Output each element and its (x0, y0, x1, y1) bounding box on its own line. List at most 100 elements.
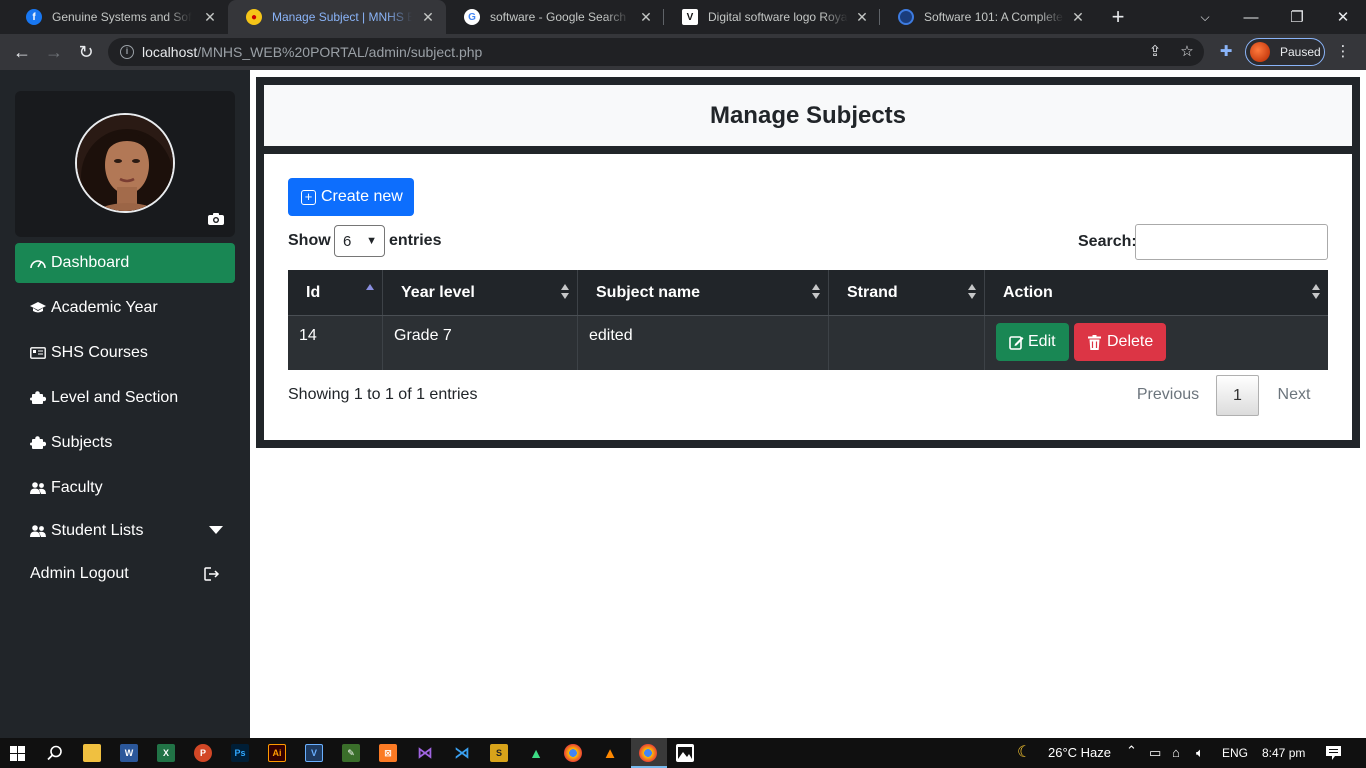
chevron-up-icon[interactable]: ⌃ (1126, 743, 1137, 759)
browser-tab[interactable]: Software 101: A Complete Guide ✕ (880, 0, 1096, 34)
sort-icon (968, 284, 976, 300)
close-tab-icon[interactable]: ✕ (420, 9, 436, 25)
table-info: Showing 1 to 1 of 1 entries (288, 386, 478, 403)
language-indicator[interactable]: ENG (1222, 746, 1248, 760)
close-tab-icon[interactable]: ✕ (1070, 9, 1086, 25)
url-host: localhost (142, 44, 198, 60)
weather-moon-icon: ☾ (1017, 744, 1032, 761)
delete-button[interactable]: Delete (1074, 323, 1166, 361)
google-icon: G (464, 9, 480, 25)
visual-studio-icon[interactable]: ⋈ (416, 744, 434, 762)
windows-start-icon[interactable] (10, 746, 25, 761)
previous-page-button[interactable]: Previous (1126, 386, 1210, 404)
edit-button[interactable]: Edit (996, 323, 1069, 361)
close-window-button[interactable]: ✕ (1320, 0, 1366, 34)
entries-select[interactable]: 6 ▼ (334, 225, 385, 257)
create-new-button[interactable]: + Create new (288, 178, 414, 216)
photoshop-icon[interactable]: Ps (231, 744, 249, 762)
profile-card (15, 91, 235, 237)
powerpoint-icon[interactable]: P (194, 744, 212, 762)
next-page-button[interactable]: Next (1264, 386, 1324, 404)
notifications-icon[interactable] (1326, 746, 1341, 760)
avatar[interactable] (75, 113, 175, 213)
sort-icon (561, 284, 569, 300)
sidebar-item-label: Faculty (51, 479, 103, 496)
users-icon (30, 482, 48, 494)
column-header-strand[interactable]: Strand (829, 270, 985, 315)
new-tab-button[interactable]: + (1100, 0, 1136, 34)
cell-year-level: Grade 7 (383, 316, 578, 370)
clock[interactable]: 8:47 pm (1262, 746, 1305, 760)
network-icon[interactable]: ⌂ (1172, 745, 1180, 760)
column-header-subject-name[interactable]: Subject name (578, 270, 829, 315)
browser-tab-active[interactable]: ● Manage Subject | MNHS Enrollment ✕ (228, 0, 446, 34)
search-label: Search: (1078, 233, 1137, 250)
sublime-text-icon[interactable]: S (490, 744, 508, 762)
url-path: /MNHS_WEB%20PORTAL/admin/subject.php (197, 44, 483, 60)
browser-tab[interactable]: V Digital software logo Royalty Free ✕ (664, 0, 880, 34)
sidebar-item-label: Admin Logout (30, 565, 129, 582)
python-icon[interactable]: ✎ (342, 744, 360, 762)
sidebar-item-admin-logout[interactable]: Admin Logout (15, 554, 235, 594)
browser-tab[interactable]: G software - Google Search ✕ (446, 0, 664, 34)
xampp-icon[interactable]: ⊠ (379, 744, 397, 762)
sidebar-item-label: Level and Section (51, 389, 179, 406)
share-icon[interactable]: ⇪ (1145, 42, 1165, 62)
close-tab-icon[interactable]: ✕ (638, 9, 654, 25)
caret-down-icon[interactable] (209, 526, 223, 534)
back-button[interactable]: ← (8, 38, 36, 66)
word-icon[interactable]: W (120, 744, 138, 762)
star-icon[interactable]: ☆ (1177, 42, 1197, 62)
file-explorer-icon[interactable] (83, 744, 101, 762)
reload-button[interactable]: ↻ (72, 38, 100, 66)
vscode-icon[interactable]: ⋊ (453, 744, 471, 762)
excel-icon[interactable]: X (157, 744, 175, 762)
sidebar-item-subjects[interactable]: Subjects (15, 423, 235, 463)
plus-icon: + (1111, 4, 1125, 29)
minimize-button[interactable]: — (1228, 0, 1274, 34)
photos-icon[interactable] (676, 744, 694, 762)
restore-button[interactable]: ❐ (1274, 0, 1320, 34)
trash-icon (1088, 334, 1101, 350)
sidebar-item-student-lists[interactable]: Student Lists (15, 511, 235, 551)
users-icon (30, 525, 48, 537)
volume-icon[interactable]: 🔈︎ (1196, 745, 1204, 761)
page-number-button[interactable]: 1 (1216, 375, 1259, 416)
search-input[interactable] (1135, 224, 1328, 260)
address-bar[interactable]: i localhost /MNHS_WEB%20PORTAL/admin/sub… (108, 38, 1204, 66)
close-icon: ✕ (1336, 9, 1350, 26)
forward-button[interactable]: → (40, 38, 68, 66)
profile-button[interactable]: Paused (1245, 38, 1325, 66)
column-header-year-level[interactable]: Year level (383, 270, 578, 315)
camera-icon[interactable] (208, 213, 224, 225)
column-header-id[interactable]: Id (288, 270, 383, 315)
more-menu-icon[interactable]: ⋮ (1333, 42, 1353, 62)
sidebar-item-shs-courses[interactable]: SHS Courses (15, 333, 235, 373)
battery-icon[interactable]: ▭ (1149, 745, 1161, 761)
sidebar-item-level-and-section[interactable]: Level and Section (15, 378, 235, 418)
vlc-icon[interactable]: ▲ (601, 744, 619, 762)
sidebar-item-dashboard[interactable]: Dashboard (15, 243, 235, 283)
header-label: Subject name (596, 283, 701, 301)
visio-icon[interactable]: V (305, 744, 323, 762)
chrome-active-icon[interactable] (639, 744, 657, 762)
chrome-icon[interactable] (564, 744, 582, 762)
puzzle-icon (30, 391, 48, 405)
tab-search-button[interactable]: ⌵ (1182, 0, 1228, 34)
extensions-puzzle-icon[interactable]: ✚ (1216, 42, 1236, 62)
illustrator-icon[interactable]: Ai (268, 744, 286, 762)
gauge-icon (30, 257, 48, 269)
search-icon[interactable] (47, 745, 63, 761)
android-studio-icon[interactable]: ▲ (527, 744, 545, 762)
column-header-action[interactable]: Action (985, 270, 1328, 315)
chevron-down-icon: ▼ (366, 235, 377, 247)
close-tab-icon[interactable]: ✕ (202, 9, 218, 25)
windows-taskbar: W X P Ps Ai V ✎ ⊠ ⋈ ⋊ S ▲ ▲ ☾ 26°C Haze … (0, 738, 1366, 768)
weather-text[interactable]: 26°C Haze (1048, 745, 1111, 760)
sidebar-item-faculty[interactable]: Faculty (15, 468, 235, 508)
sidebar-item-academic-year[interactable]: Academic Year (15, 288, 235, 328)
profile-avatar (1250, 42, 1270, 62)
facebook-icon: f (26, 9, 42, 25)
browser-tab[interactable]: f Genuine Systems and Software ✕ (8, 0, 228, 34)
close-tab-icon[interactable]: ✕ (854, 9, 870, 25)
